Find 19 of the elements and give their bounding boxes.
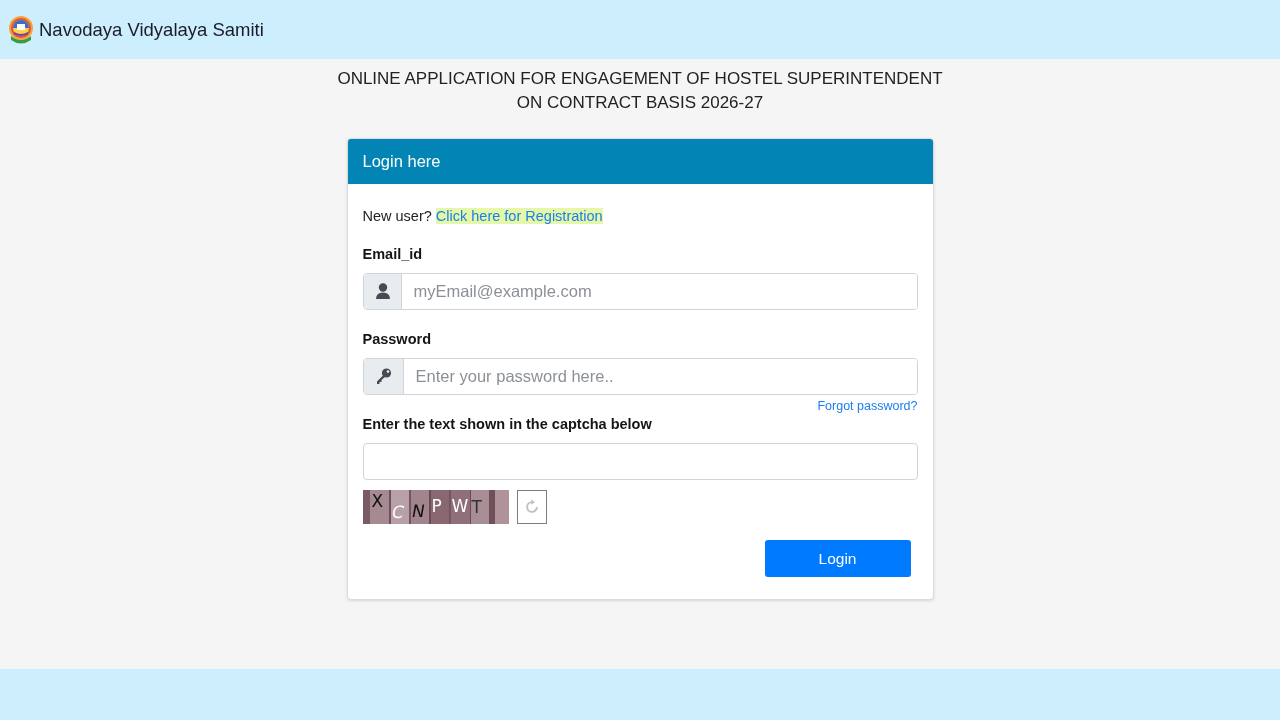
captcha-field[interactable] <box>362 443 918 480</box>
forgot-password-link[interactable]: Forgot password? <box>817 398 918 414</box>
site-title: Navodaya Vidyalaya Samiti <box>39 18 264 41</box>
card-title: Login here <box>362 152 441 171</box>
page-heading: ONLINE APPLICATION FOR ENGAGEMENT OF HOSTEL SUPERINTENDENT ON CONTRACT BASIS 2026-27 <box>337 68 943 114</box>
email-field[interactable]: myEmail@example.com <box>362 273 918 310</box>
password-field[interactable]: Enter your password here.. <box>362 358 918 395</box>
new-user-text: New user? Click here for Registration <box>362 207 604 226</box>
person-icon <box>363 274 402 309</box>
field-label: Password <box>362 330 431 349</box>
captcha-image: X C N P W T <box>362 490 509 524</box>
refresh-icon <box>523 499 540 515</box>
field-label: Email_id <box>362 245 423 264</box>
registration-link[interactable]: Click here for Registration <box>435 208 603 224</box>
field-label: Enter the text shown in the captcha below <box>362 415 652 434</box>
refresh-button[interactable] <box>516 490 547 524</box>
logo-icon <box>8 13 34 46</box>
key-icon <box>363 359 404 394</box>
login-button[interactable]: Login <box>764 540 911 577</box>
